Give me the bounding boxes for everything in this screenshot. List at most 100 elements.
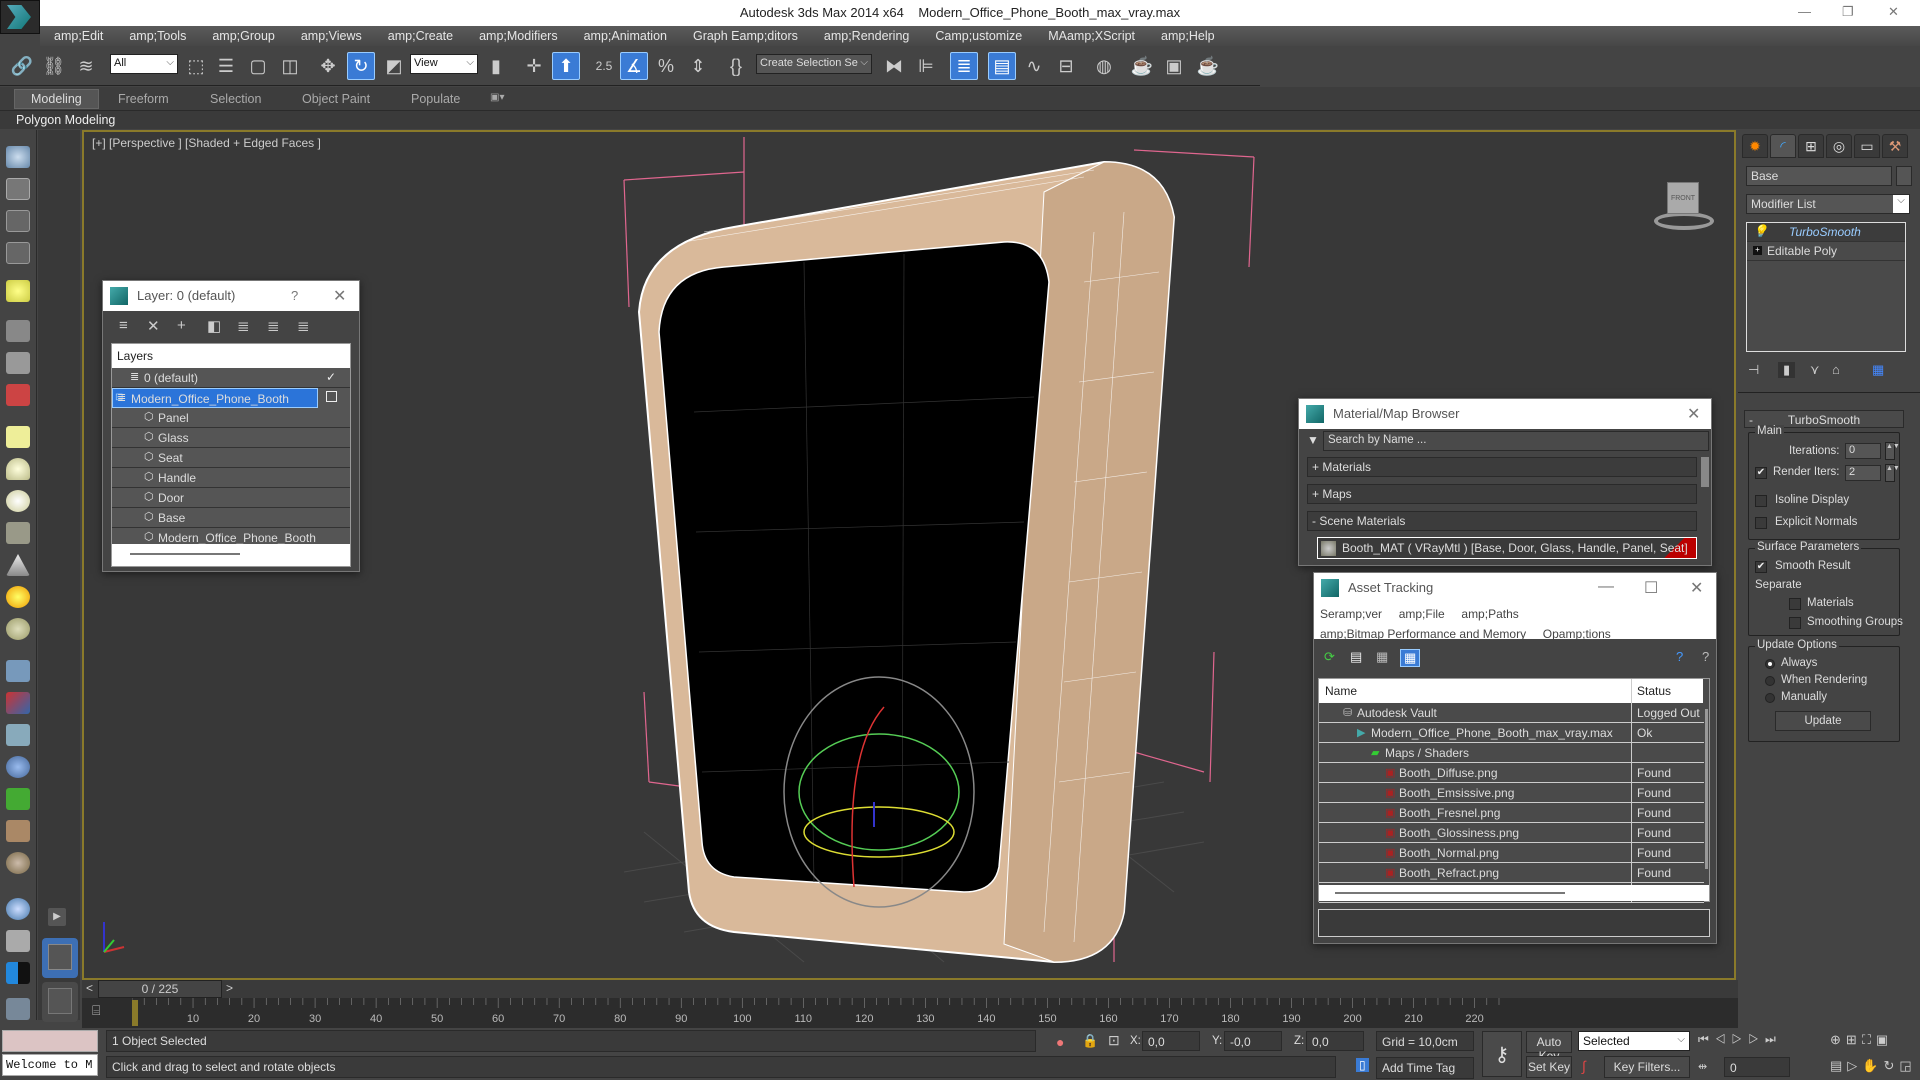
edit-named-selection-icon[interactable]: {} bbox=[722, 52, 750, 80]
track-bar[interactable]: ⌸ 10 20 30 40 50 60 70 80 90 100 110 120 130 140 150 16… bbox=[82, 998, 1738, 1028]
key-mode-toggle-icon[interactable]: ⇹ bbox=[1698, 1060, 1707, 1073]
make-current-box-icon[interactable] bbox=[326, 391, 337, 402]
viewcube[interactable]: FRONT bbox=[1649, 177, 1719, 232]
create-tab-icon[interactable]: ✹ bbox=[1742, 134, 1768, 158]
render-production-icon[interactable]: ☕ bbox=[1194, 52, 1222, 80]
time-tag-icon[interactable]: ▯ bbox=[1356, 1058, 1369, 1072]
vertical-scrollbar[interactable] bbox=[1705, 709, 1708, 869]
x-coord-field[interactable]: 0,0 bbox=[1142, 1031, 1200, 1051]
window-crossing-icon[interactable]: ◫ bbox=[276, 52, 304, 80]
object-row[interactable]: ⬡ Door bbox=[112, 488, 350, 508]
menu-item[interactable]: MAamp;XScript bbox=[1034, 26, 1147, 43]
menu-file[interactable]: amp;File bbox=[1399, 607, 1445, 621]
scene-materials-section[interactable]: - Scene Materials bbox=[1307, 511, 1697, 531]
select-objects-in-layer-icon[interactable]: ◧ bbox=[207, 317, 221, 335]
current-layer-check-icon[interactable]: ✓ bbox=[326, 370, 336, 384]
rect-selection-icon[interactable]: ▢ bbox=[244, 52, 272, 80]
camera-icon[interactable] bbox=[6, 320, 30, 342]
modify-tab-icon[interactable]: ◜ bbox=[1770, 134, 1796, 158]
scene-explorer-icon[interactable]: ▤ bbox=[988, 52, 1016, 80]
help-icon[interactable]: ? bbox=[291, 288, 298, 303]
selection-lock-icon[interactable]: 🔒 bbox=[1082, 1033, 1098, 1049]
delete-layer-icon[interactable]: ✕ bbox=[147, 317, 160, 335]
update-always-radio[interactable] bbox=[1765, 659, 1775, 669]
bind-spacewarp-icon[interactable]: ≋ bbox=[72, 52, 100, 80]
asset-row[interactable]: ⛁ Autodesk Vault Logged Out bbox=[1319, 703, 1704, 723]
asset-row[interactable]: ▣ Booth_Emsissive.png Found bbox=[1319, 783, 1704, 803]
asset-row[interactable]: ▣ Booth_Fresnel.png Found bbox=[1319, 803, 1704, 823]
separate-materials-checkbox[interactable] bbox=[1789, 598, 1801, 610]
menu-item[interactable]: amp;Group bbox=[198, 26, 287, 43]
material-editor-icon[interactable]: ◍ bbox=[1090, 52, 1118, 80]
smooth-result-checkbox[interactable]: ✔ bbox=[1755, 561, 1767, 573]
layout-tab-active[interactable] bbox=[42, 938, 78, 978]
close-icon[interactable]: ✕ bbox=[1690, 578, 1703, 598]
explicit-normals-checkbox[interactable] bbox=[1755, 517, 1767, 529]
zoom-all-icon[interactable]: ⊞ bbox=[1846, 1032, 1862, 1047]
vertical-scrollbar[interactable] bbox=[1701, 457, 1709, 487]
highlight-layer-icon[interactable]: ≣ bbox=[237, 317, 250, 335]
prev-key-icon[interactable]: ◁ bbox=[1715, 1032, 1732, 1046]
dynamics-icon[interactable] bbox=[6, 692, 30, 714]
lightbulb-icon[interactable]: 💡 bbox=[1753, 224, 1768, 238]
selection-filter-dropdown[interactable]: All ⌵ bbox=[110, 54, 178, 74]
percent-snap-icon[interactable]: % bbox=[652, 52, 680, 80]
curve-editor-icon[interactable]: ∿ bbox=[1020, 52, 1048, 80]
sun-icon[interactable] bbox=[6, 586, 30, 608]
update-manually-radio[interactable] bbox=[1765, 693, 1775, 703]
goto-start-icon[interactable]: ⏮ bbox=[1698, 1032, 1715, 1046]
add-time-tag-button[interactable]: Add Time Tag bbox=[1376, 1057, 1474, 1079]
search-options-icon[interactable]: ▼ bbox=[1307, 433, 1319, 447]
schematic-view-icon[interactable]: ⊟ bbox=[1052, 52, 1080, 80]
menu-options[interactable]: Opamp;tions bbox=[1543, 627, 1611, 641]
layer-manager-icon[interactable]: ≣ bbox=[950, 52, 978, 80]
zoom-extents-icon[interactable]: ⛶ bbox=[1862, 1032, 1876, 1047]
fur-icon[interactable] bbox=[6, 756, 30, 778]
keyboard-shortcut-override-icon[interactable]: ⬆ bbox=[552, 52, 580, 80]
stack-item-editable-poly[interactable]: + Editable Poly bbox=[1747, 242, 1905, 261]
physical-camera-icon[interactable] bbox=[6, 352, 30, 374]
asset-path-field[interactable] bbox=[1318, 909, 1710, 937]
help-online-icon[interactable]: ? bbox=[1676, 649, 1683, 664]
snaps-toggle-icon[interactable]: 2.5 bbox=[590, 52, 618, 80]
minimize-icon[interactable]: — bbox=[1598, 578, 1614, 596]
rotate-icon[interactable]: ↻ bbox=[347, 52, 375, 80]
viewcube-front-face[interactable]: FRONT bbox=[1667, 182, 1699, 214]
render-region-icon[interactable] bbox=[6, 962, 30, 984]
stack-item-turbosmooth[interactable]: 💡 TurboSmooth bbox=[1747, 223, 1905, 242]
time-slider-thumb[interactable]: 0 / 225 bbox=[98, 980, 222, 998]
column-header-status[interactable]: Status bbox=[1631, 679, 1703, 703]
hair-farm-icon[interactable] bbox=[6, 820, 30, 842]
add-to-layer-icon[interactable]: + bbox=[177, 317, 186, 334]
object-row[interactable]: ⬡ Glass bbox=[112, 428, 350, 448]
grid-panel-icon[interactable] bbox=[6, 242, 30, 264]
pivot-center-icon[interactable]: ▮ bbox=[482, 52, 510, 80]
sphere-light-icon[interactable] bbox=[6, 490, 30, 512]
mirror-icon[interactable]: ⧓ bbox=[880, 52, 908, 80]
set-key-button[interactable]: Set Key bbox=[1526, 1056, 1572, 1078]
column-header-name[interactable]: Name bbox=[1319, 679, 1631, 703]
separate-smoothing-groups-checkbox[interactable] bbox=[1789, 617, 1801, 629]
configure-modifier-sets-icon[interactable]: ▦ bbox=[1872, 362, 1884, 378]
display-tab-icon[interactable]: ▭ bbox=[1854, 134, 1880, 158]
object-color-swatch[interactable] bbox=[1896, 166, 1912, 186]
help-icon[interactable]: ? bbox=[1702, 649, 1709, 664]
object-name-field[interactable]: Base bbox=[1746, 166, 1892, 186]
utilities-tab-icon[interactable]: ⚒ bbox=[1882, 134, 1908, 158]
minimize-icon[interactable]: — bbox=[1798, 4, 1811, 19]
horizontal-scrollbar[interactable] bbox=[112, 544, 350, 566]
isolate-selection-icon[interactable]: ● bbox=[1056, 1034, 1064, 1050]
object-row[interactable]: ⬡ Handle bbox=[112, 468, 350, 488]
close-icon[interactable]: ✕ bbox=[1888, 4, 1899, 20]
object-row[interactable]: ⬡ Seat bbox=[112, 448, 350, 468]
modifier-list-dropdown[interactable]: Modifier List ⌵ bbox=[1746, 194, 1910, 214]
ribbon-tab-populate[interactable]: Populate bbox=[411, 92, 460, 106]
absolute-mode-icon[interactable]: ⊡ bbox=[1108, 1032, 1120, 1049]
ies-light-icon[interactable] bbox=[6, 618, 30, 640]
light-lister-icon[interactable] bbox=[6, 280, 30, 302]
expand-arrow-icon[interactable]: ▶ bbox=[48, 908, 66, 926]
plane-light-icon[interactable] bbox=[6, 426, 30, 448]
key-filters-button[interactable]: Key Filters... bbox=[1604, 1056, 1690, 1078]
fov-icon[interactable]: ▷ bbox=[1847, 1058, 1862, 1073]
render-window-icon[interactable] bbox=[6, 178, 30, 200]
